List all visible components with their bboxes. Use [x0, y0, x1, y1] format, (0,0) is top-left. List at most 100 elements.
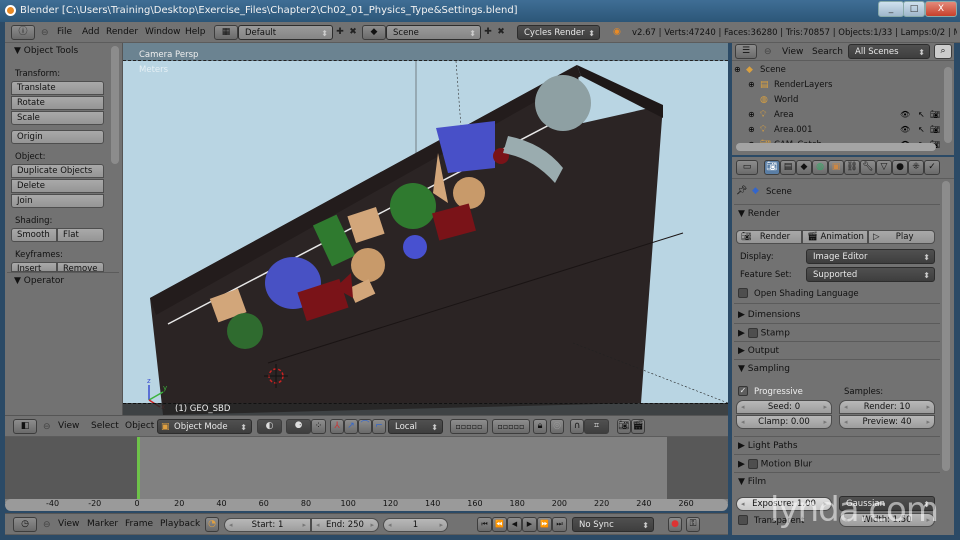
timeline-area[interactable]: -40 -20 0 20 40 60 80 100 120 140 160 180 200 220 240 2… [5, 437, 728, 511]
motion-blur-checkbox[interactable] [747, 459, 758, 469]
outliner-item[interactable]: ⊕ 💡︎ Area 👁︎ ↖ 📷︎ [732, 108, 942, 123]
delete-button[interactable]: Delete [11, 179, 104, 193]
start-frame-field[interactable]: Start: 1 [224, 518, 311, 532]
jump-end-button[interactable]: ⏭ [552, 517, 567, 532]
render-opengl-icon[interactable]: 📷︎ [617, 419, 631, 434]
preview-range-icon[interactable]: ◔ [205, 517, 219, 532]
rotate-button[interactable]: Rotate [11, 96, 104, 110]
delete-layout-icon[interactable]: ✖ [346, 25, 360, 39]
physics-context-icon[interactable]: ✓ [924, 160, 940, 175]
scale-button[interactable]: Scale [11, 111, 104, 125]
lock-camera-icon[interactable]: 🔒︎ [533, 419, 547, 434]
proportional-edit-icon[interactable]: ◎ [550, 419, 564, 434]
expand-icon[interactable]: ⊕ [748, 78, 755, 92]
orientation-select[interactable]: Local [388, 419, 443, 435]
viewport-shading-icon[interactable]: ◐ [257, 419, 282, 434]
properties-scrollbar[interactable] [942, 181, 950, 471]
scene-select[interactable]: Scene [386, 25, 481, 41]
timeline-ruler[interactable]: -40 -20 0 20 40 60 80 100 120 140 160 180 200 220 240 2… [5, 499, 728, 511]
object-context-icon[interactable]: ▣ [828, 160, 844, 175]
menu-frame[interactable]: Frame [125, 519, 153, 529]
outliner-display-select[interactable]: All Scenes [848, 44, 930, 60]
particles-context-icon[interactable]: ⁜ [908, 160, 924, 175]
operator-panel-header[interactable]: ▼ Operator [14, 276, 64, 286]
layers-group-1[interactable]: ▫▫▫▫▫ [450, 419, 488, 434]
flat-button[interactable]: Flat [57, 228, 104, 242]
collapse-menu-icon[interactable]: ⊖ [43, 420, 51, 434]
pivot-point-icon[interactable]: ⚈ [286, 419, 311, 434]
menu-add[interactable]: Add [82, 27, 99, 37]
render-engine-select[interactable]: Cycles Render [517, 25, 600, 41]
3d-viewport[interactable]: Camera Persp Meters z y (1) GEO_SBD [123, 43, 728, 415]
scene-context-icon[interactable]: ◆ [796, 160, 812, 175]
world-context-icon[interactable]: ◍ [812, 160, 828, 175]
menu-select[interactable]: Select [91, 421, 119, 431]
render-samples-field[interactable]: Render: 10 [839, 400, 935, 414]
render-context-icon[interactable]: 📷︎ [764, 160, 780, 175]
outliner-hscroll[interactable] [736, 143, 936, 151]
eye-icon[interactable]: 👁︎ [900, 108, 910, 122]
object-tools-panel-header[interactable]: ▼ Object Tools [14, 46, 78, 56]
smooth-button[interactable]: Smooth [11, 228, 57, 242]
preview-samples-field[interactable]: Preview: 40 [839, 415, 935, 429]
transparent-checkbox[interactable] [738, 515, 748, 525]
outliner-item[interactable]: ⊕ ◆ Scene [732, 63, 942, 78]
translate-manipulator-icon[interactable]: ⅄ [330, 419, 344, 434]
delete-scene-icon[interactable]: ✖ [494, 25, 508, 39]
prev-keyframe-button[interactable]: ⏪ [492, 517, 507, 532]
render-layers-context-icon[interactable]: ▤ [780, 160, 796, 175]
layout-select[interactable]: Default [238, 25, 333, 41]
film-panel-header[interactable]: ▼ Film [738, 477, 766, 487]
editor-type-3dview-icon[interactable]: ◧ [13, 419, 37, 434]
sampling-panel-header[interactable]: ▼ Sampling [738, 364, 790, 374]
next-keyframe-button[interactable]: ⏩ [537, 517, 552, 532]
menu-file[interactable]: File [57, 27, 72, 37]
editor-type-outliner-icon[interactable]: ☰ [735, 44, 757, 59]
render-visibility-icon[interactable]: 📷︎ [930, 123, 940, 137]
collapse-menu-icon[interactable]: ⊖ [43, 518, 51, 532]
maximize-button[interactable]: □ [903, 1, 925, 17]
manipulator-toggle-icon[interactable]: ⁘ [311, 419, 326, 434]
feature-set-select[interactable]: Supported [806, 267, 935, 283]
screen-layout-icon[interactable]: ▦ [214, 25, 238, 40]
collapse-menu-icon[interactable]: ⊖ [764, 45, 772, 59]
outliner-item[interactable]: ◍ World [732, 93, 942, 108]
menu-object[interactable]: Object [125, 421, 154, 431]
osl-checkbox[interactable] [738, 288, 748, 298]
motion-blur-panel-header[interactable]: ▶ Motion Blur [738, 459, 812, 470]
menu-view[interactable]: View [58, 421, 79, 431]
expand-icon[interactable]: ⊕ [748, 123, 755, 137]
cursor-select-icon[interactable]: ↖ [918, 123, 925, 137]
current-frame-indicator[interactable] [137, 437, 140, 499]
menu-render[interactable]: Render [106, 27, 138, 37]
output-panel-header[interactable]: ▶ Output [738, 346, 779, 356]
remove-keyframe-button[interactable]: Remove [57, 262, 104, 272]
editor-type-timeline-icon[interactable]: ◷ [13, 517, 37, 532]
minimize-button[interactable]: _ [878, 1, 904, 17]
render-panel-header[interactable]: ▼ Render [738, 209, 780, 219]
pin-icon[interactable]: 📌︎ [736, 184, 747, 198]
record-keyframe-icon[interactable]: ● [668, 517, 682, 532]
constraints-context-icon[interactable]: ⛓︎ [844, 160, 860, 175]
dimensions-panel-header[interactable]: ▶ Dimensions [738, 310, 800, 320]
play-button[interactable]: ▶ [522, 517, 537, 532]
progressive-checkbox[interactable]: ✓ [738, 386, 748, 396]
render-button[interactable]: 📷︎ Render [736, 230, 802, 244]
menu-help[interactable]: Help [185, 27, 206, 37]
material-context-icon[interactable]: ● [892, 160, 908, 175]
outliner-vscroll[interactable] [944, 67, 952, 143]
scale-manipulator-icon[interactable]: ⌒ [358, 419, 372, 434]
animation-button[interactable]: 🎬︎ Animation [802, 230, 868, 244]
jump-start-button[interactable]: ⏮ [477, 517, 492, 532]
menu-window[interactable]: Window [145, 27, 181, 37]
origin-button[interactable]: Origin [11, 130, 104, 144]
close-button[interactable]: X [925, 1, 957, 17]
cursor-select-icon[interactable]: ↖ [918, 108, 925, 122]
current-frame-field[interactable]: 1 [383, 518, 448, 532]
stamp-checkbox[interactable] [747, 328, 758, 338]
editor-type-properties-icon[interactable]: ▭ [736, 160, 758, 175]
light-paths-panel-header[interactable]: ▶ Light Paths [738, 441, 798, 451]
expand-icon[interactable]: ⊕ [748, 108, 755, 122]
modifiers-context-icon[interactable]: 🔧︎ [860, 160, 876, 175]
play-reverse-button[interactable]: ◀ [507, 517, 522, 532]
